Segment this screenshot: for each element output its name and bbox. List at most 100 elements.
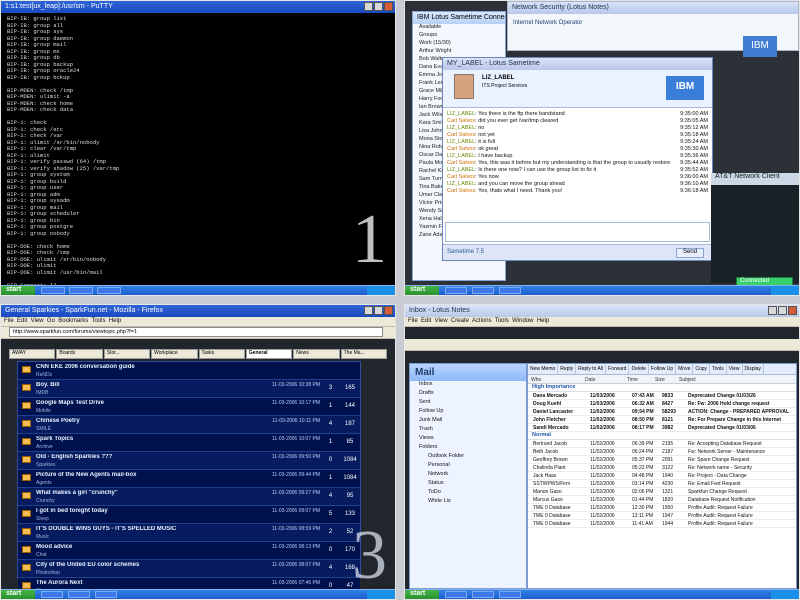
topic-title[interactable]: Mood advice bbox=[36, 544, 196, 550]
taskbar-item[interactable] bbox=[68, 591, 90, 598]
topic-title[interactable]: Chinese Poetry bbox=[36, 418, 196, 424]
topic-title[interactable]: Spark Topics bbox=[36, 436, 196, 442]
message-input[interactable] bbox=[445, 222, 710, 242]
mail-folder[interactable]: Junk Mail bbox=[410, 417, 526, 426]
mail-folder[interactable]: White Lis bbox=[410, 498, 526, 507]
message-row[interactable]: Marcus Gaso 11/02/2006 01:44 PM 1820 Databas… bbox=[528, 496, 796, 504]
taskbar-item[interactable] bbox=[95, 591, 117, 598]
browser-tab[interactable]: Boards bbox=[56, 349, 103, 359]
mail-toolbar-button[interactable]: Copy bbox=[693, 364, 711, 374]
mail-toolbar-button[interactable]: Move bbox=[676, 364, 694, 374]
browser-tab[interactable]: News bbox=[293, 349, 340, 359]
topic-title[interactable]: The Aurora Next bbox=[36, 580, 196, 586]
contact-list-item[interactable]: Available bbox=[413, 24, 505, 32]
mail-toolbar-button[interactable]: Delete bbox=[629, 364, 649, 374]
forum-topic-row[interactable]: CNN EKE 2006 conversation guide RaNDz bbox=[18, 362, 360, 380]
message-row[interactable]: Jack Haas 11/02/2006 04:48 PM 1940 Re: Proje… bbox=[528, 472, 796, 480]
forum-topic-row[interactable]: Old - English Sparkies ??? Sparkies 11-03-… bbox=[18, 452, 360, 470]
mail-folder[interactable]: Sent bbox=[410, 399, 526, 408]
message-row[interactable]: TME 0 Database 11/02/2006 11:41 AM 1944 Prof… bbox=[528, 520, 796, 528]
maximize-icon[interactable] bbox=[778, 306, 787, 315]
taskbar-item[interactable] bbox=[499, 591, 521, 598]
forum-topic-row[interactable]: Boy. Bill IMDB 11-03-2006 10:38 PM 3 165 bbox=[18, 380, 360, 398]
taskbar-item[interactable] bbox=[445, 287, 467, 294]
topic-title[interactable]: Google Maps Test Drive bbox=[36, 400, 196, 406]
forum-topic-row[interactable]: I got in bed tonight today Sleep 11-03-200… bbox=[18, 506, 360, 524]
topic-title[interactable]: I got in bed tonight today bbox=[36, 508, 196, 514]
contact-list-item[interactable]: Work (15/30) bbox=[413, 40, 505, 48]
topic-title[interactable]: CNN EKE 2006 conversation guide bbox=[36, 364, 196, 370]
close-icon[interactable] bbox=[384, 306, 393, 315]
message-row[interactable]: Dana Mercado 11/03/2006 07:43 AM 9833 Deprec… bbox=[528, 392, 796, 400]
send-button[interactable]: Send bbox=[676, 248, 704, 258]
taskbar-item[interactable] bbox=[97, 287, 121, 294]
message-row[interactable]: Chalinda Plant 11/02/2006 05:22 PM 3122 Re: … bbox=[528, 464, 796, 472]
mail-folder[interactable]: Follow Up bbox=[410, 408, 526, 417]
start-button[interactable]: start bbox=[405, 286, 439, 295]
message-row[interactable]: Sandi Mercado 11/02/2006 08:17 PM 3982 Depre… bbox=[528, 424, 796, 432]
message-row[interactable]: Daniel Lancaster 11/02/2006 09:54 PM 58293 A… bbox=[528, 408, 796, 416]
message-row[interactable]: Manon Gaso 11/02/2006 02:06 PM 1321 Sparkfun… bbox=[528, 488, 796, 496]
mail-toolbar-button[interactable]: New Memo bbox=[528, 364, 559, 374]
browser-tab[interactable]: Tasks bbox=[198, 349, 245, 359]
topic-title[interactable]: Old - English Sparkies ??? bbox=[36, 454, 196, 460]
message-row[interactable]: Doug Kuehl 11/03/2006 06:32 AM 8427 Re: Fw: … bbox=[528, 400, 796, 408]
browser-tab[interactable]: General bbox=[245, 349, 293, 359]
mail-folder[interactable]: Inbox bbox=[410, 381, 526, 390]
topic-title[interactable]: Picture of the New Agents mail-box bbox=[36, 472, 196, 478]
minimize-icon[interactable] bbox=[364, 2, 373, 11]
taskbar-item[interactable] bbox=[499, 287, 521, 294]
mail-folder[interactable]: Trash bbox=[410, 426, 526, 435]
close-icon[interactable] bbox=[788, 306, 797, 315]
taskbar-item[interactable] bbox=[41, 591, 63, 598]
topic-title[interactable]: City of the United EU color schemes bbox=[36, 562, 196, 568]
start-button[interactable]: start bbox=[405, 590, 439, 599]
terminal-output[interactable]: BIP-IB: group list BIP-IB: group all BIP… bbox=[1, 13, 395, 286]
topic-title[interactable]: IT'S DOUBLE WINS GUYS - IT'S SPELLED MUS… bbox=[36, 526, 196, 532]
minimize-icon[interactable] bbox=[364, 306, 373, 315]
forum-topic-row[interactable]: What makes a girl "crunchy" Crunchy 11-03-… bbox=[18, 488, 360, 506]
contact-list-item[interactable]: Arthur Wright bbox=[413, 48, 505, 56]
topic-title[interactable]: What makes a girl "crunchy" bbox=[36, 490, 196, 496]
mail-folder[interactable]: ToDo bbox=[410, 489, 526, 498]
mail-folder[interactable]: Folders bbox=[410, 444, 526, 453]
browser-tab[interactable]: AWAY bbox=[9, 349, 56, 359]
forum-topic-row[interactable]: Spark Topics Archive 11-03-2006 10:07 PM 1 8… bbox=[18, 434, 360, 452]
browser-tab[interactable]: Stor... bbox=[103, 349, 151, 359]
mail-folder[interactable]: Network bbox=[410, 471, 526, 480]
forum-topic-row[interactable]: Picture of the New Agents mail-box Agents… bbox=[18, 470, 360, 488]
mail-toolbar-button[interactable]: Reply bbox=[558, 364, 577, 374]
mail-folder[interactable]: Views bbox=[410, 435, 526, 444]
forum-topic-row[interactable]: City of the United EU color schemes Photo… bbox=[18, 560, 360, 578]
mail-folder[interactable]: Drafts bbox=[410, 390, 526, 399]
taskbar-item[interactable] bbox=[445, 591, 467, 598]
forum-topic-row[interactable]: Mood advice Chat 11-03-2006 08:13 PM 0 170 bbox=[18, 542, 360, 560]
mail-toolbar-button[interactable]: Follow Up bbox=[649, 364, 677, 374]
maximize-icon[interactable] bbox=[374, 2, 383, 11]
maximize-icon[interactable] bbox=[374, 306, 383, 315]
message-row[interactable]: Geoffrey Brown 11/02/2006 05:37 PM 2091 Re: … bbox=[528, 456, 796, 464]
browser-tab[interactable]: Workplace bbox=[151, 349, 198, 359]
mail-toolbar-button[interactable]: View bbox=[727, 364, 743, 374]
taskbar-item[interactable] bbox=[41, 287, 65, 294]
taskbar-item[interactable] bbox=[472, 591, 494, 598]
mail-toolbar-button[interactable]: Display bbox=[743, 364, 764, 374]
message-row[interactable]: TME 0 Database 11/02/2006 12:30 PM 1950 Prof… bbox=[528, 504, 796, 512]
taskbar-item[interactable] bbox=[69, 287, 93, 294]
mail-toolbar-button[interactable]: Reply to All bbox=[576, 364, 607, 374]
mail-folder[interactable]: Outlook Folder bbox=[410, 453, 526, 462]
mail-folder[interactable]: Personal bbox=[410, 462, 526, 471]
taskbar-item[interactable] bbox=[472, 287, 494, 294]
message-row[interactable]: Beth Jacob 11/02/2006 06:24 PM 2187 Fw: Netw… bbox=[528, 448, 796, 456]
forum-topic-row[interactable]: IT'S DOUBLE WINS GUYS - IT'S SPELLED MUS… bbox=[18, 524, 360, 542]
start-button[interactable]: start bbox=[1, 590, 35, 599]
contact-list-item[interactable]: Groups bbox=[413, 32, 505, 40]
mail-toolbar-button[interactable]: Forward bbox=[606, 364, 630, 374]
mail-folder[interactable]: Status bbox=[410, 480, 526, 489]
message-row[interactable]: SSTWPWS/Firm 11/02/2006 03:14 PM 4230 Re: Em… bbox=[528, 480, 796, 488]
topic-title[interactable]: Boy. Bill bbox=[36, 382, 196, 388]
url-bar[interactable]: http://www.sparkfun.com/forums/viewtopic… bbox=[9, 327, 383, 337]
close-icon[interactable] bbox=[384, 2, 393, 11]
forum-topic-row[interactable]: Chinese Poetry SMILE 11-03-2006 10:11 PM 4 1… bbox=[18, 416, 360, 434]
browser-tab[interactable]: The Ma... bbox=[340, 349, 387, 359]
